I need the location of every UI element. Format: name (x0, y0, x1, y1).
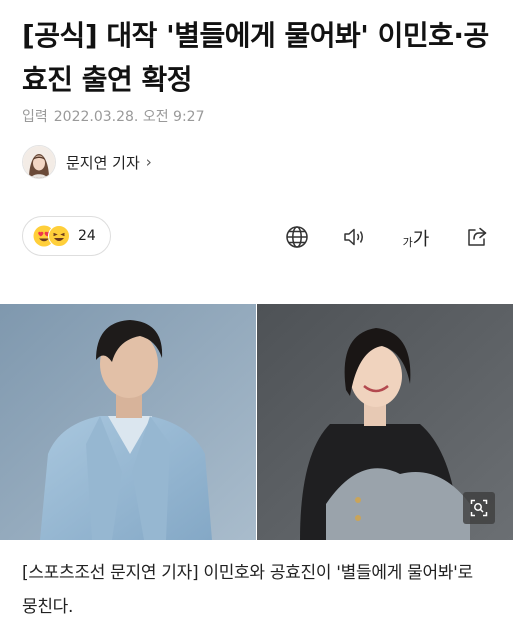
share-icon[interactable] (463, 223, 491, 251)
article-toolbar: 가 가 (283, 220, 491, 254)
globe-icon[interactable] (283, 223, 311, 251)
reporter-avatar (22, 145, 56, 179)
date-value: 2022.03.28. 오전 9:27 (53, 109, 205, 125)
date-label: 입력 (22, 109, 48, 125)
article-headline: [공식] 대작 '별들에게 물어봐' 이민호·공효진 출연 확정 (22, 19, 489, 96)
speaker-icon[interactable] (341, 223, 369, 251)
magnifier-icon[interactable] (463, 492, 495, 524)
reaction-emojis (33, 225, 70, 247)
font-size-icon[interactable]: 가 가 (399, 223, 433, 251)
article-photo[interactable] (0, 304, 513, 540)
laughing-emoji-icon (48, 225, 70, 247)
chevron-right-icon: › (145, 153, 152, 171)
article-caption: [스포츠조선 문지연 기자] 이민호와 공효진이 '별들에게 물어봐'로 뭉친다… (22, 563, 473, 617)
reporter-name: 문지연 기자 (66, 153, 140, 172)
publish-date: 입력 2022.03.28. 오전 9:27 (22, 106, 204, 126)
font-small-label: 가 (402, 236, 413, 249)
font-big-label: 가 (412, 229, 430, 250)
reporter-link[interactable]: 문지연 기자 › (22, 144, 152, 180)
reaction-button[interactable]: 24 (22, 216, 111, 256)
reaction-count: 24 (78, 228, 96, 244)
